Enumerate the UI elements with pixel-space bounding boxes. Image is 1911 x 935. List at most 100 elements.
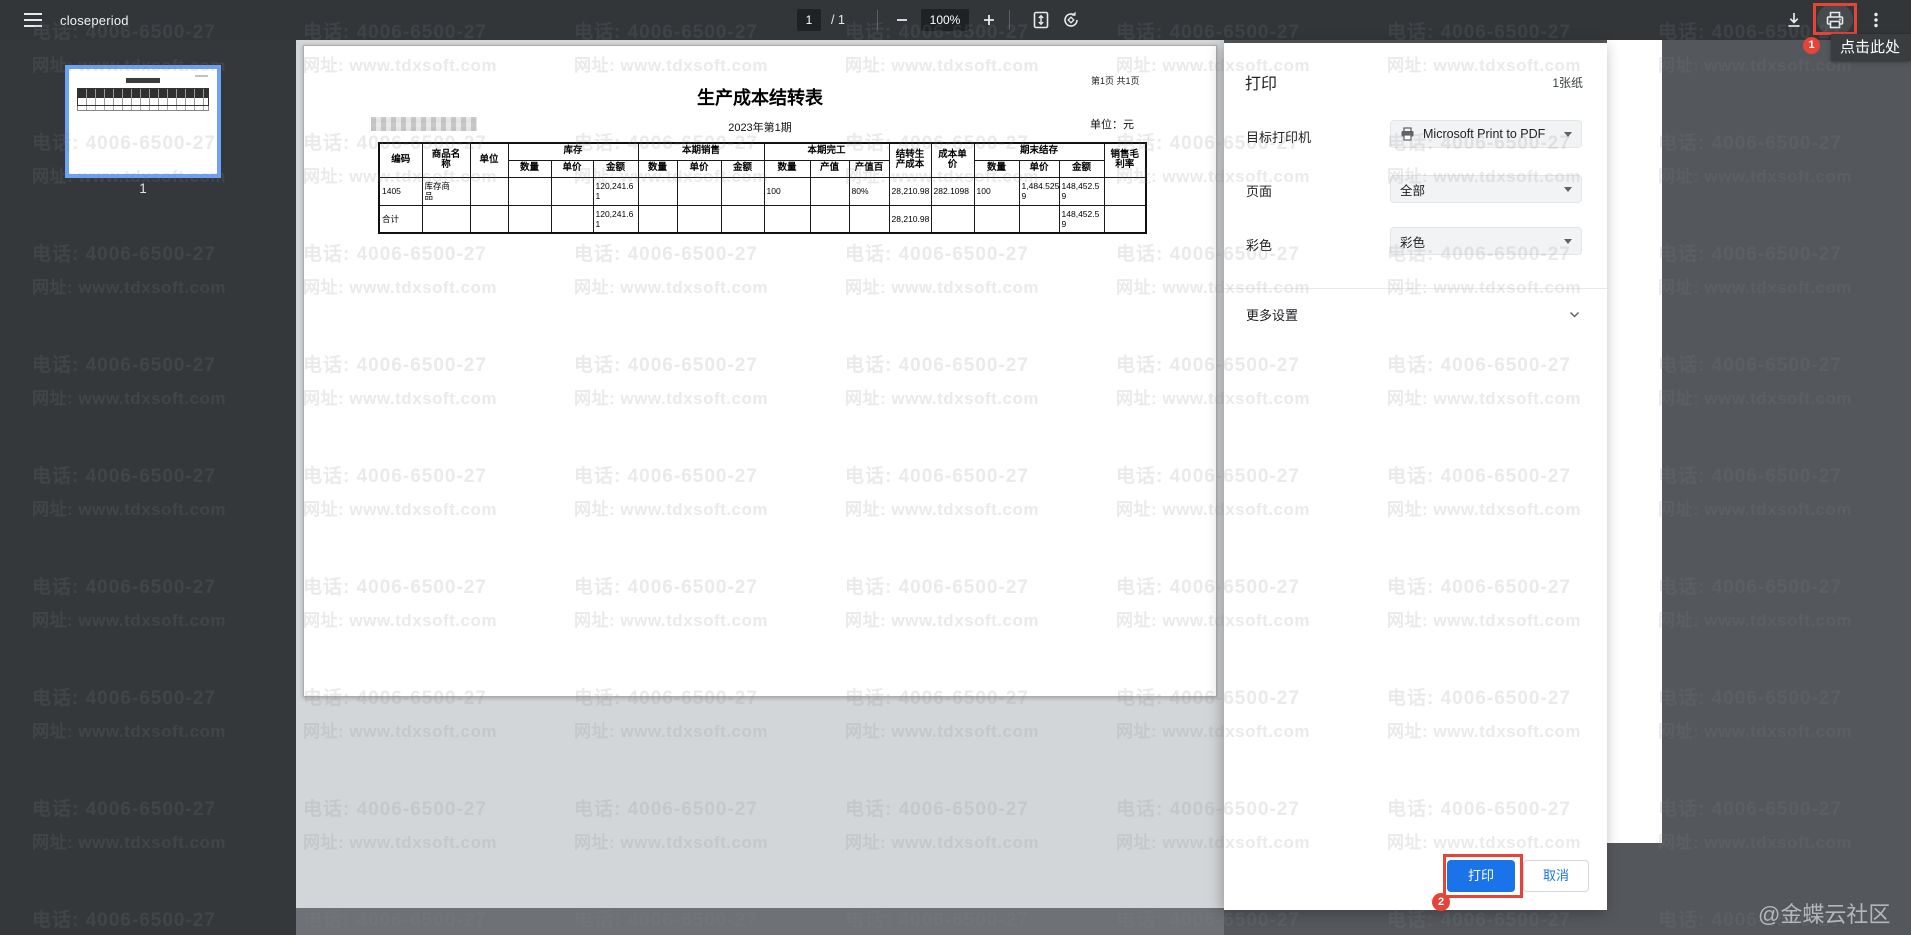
print-dialog: 打印 1张纸 目标打印机 Microsoft Print to PDF 页面 全… bbox=[1224, 43, 1607, 910]
table-cell: 100 bbox=[764, 177, 810, 205]
rotate-icon[interactable] bbox=[1061, 10, 1081, 30]
zoom-out-icon[interactable] bbox=[892, 10, 912, 30]
pdf-viewer-toolbar: closeperiod 1 / 1 100% bbox=[0, 0, 1911, 40]
col-subheader: 金额 bbox=[593, 160, 638, 177]
col-subheader: 金额 bbox=[1059, 160, 1104, 177]
zoom-level-value[interactable]: 100% bbox=[921, 9, 969, 31]
col-subheader: 产值 bbox=[810, 160, 849, 177]
cost-transfer-table: 编码 商品名 称 单位 库存 本期销售 本期完工 结转生 产成本 成本单 价 期… bbox=[378, 142, 1147, 234]
table-cell: 282.1098 bbox=[931, 177, 974, 205]
col-group-header: 期末结存 bbox=[974, 143, 1104, 160]
toolbar-divider bbox=[1009, 10, 1010, 30]
table-cell: 120,241.6 1 bbox=[593, 205, 638, 233]
toolbar-divider bbox=[877, 10, 878, 30]
table-cell bbox=[931, 205, 974, 233]
step-1-badge: 1 bbox=[1803, 37, 1820, 54]
table-cell bbox=[551, 205, 593, 233]
col-group-header: 库存 bbox=[508, 143, 638, 160]
col-header: 单位 bbox=[470, 143, 508, 177]
more-settings-label: 更多设置 bbox=[1246, 305, 1298, 324]
table-cell: 1405 bbox=[379, 177, 422, 205]
table-cell: 合计 bbox=[379, 205, 422, 233]
page-thumbnail[interactable] bbox=[65, 65, 221, 178]
col-header: 商品名 称 bbox=[422, 143, 470, 177]
pages-value: 全部 bbox=[1400, 180, 1558, 199]
destination-label: 目标打印机 bbox=[1246, 127, 1311, 146]
table-cell: 120,241.6 1 bbox=[593, 177, 638, 205]
table-cell bbox=[721, 177, 764, 205]
table-cell bbox=[470, 177, 508, 205]
destination-select[interactable]: Microsoft Print to PDF bbox=[1390, 120, 1582, 148]
table-cell: 148,452.5 9 bbox=[1059, 177, 1104, 205]
preview-bottom-strip bbox=[296, 908, 1224, 935]
table-cell bbox=[638, 177, 677, 205]
page-count-label: / 1 bbox=[831, 13, 845, 27]
cancel-button[interactable]: 取消 bbox=[1523, 860, 1589, 892]
table-cell bbox=[677, 205, 721, 233]
col-subheader: 产值百 bbox=[849, 160, 889, 177]
print-preview-pane: 第1页 共1页 生产成本结转表 2023年第1期 单位：元 编码 商品名 称 单… bbox=[296, 40, 1224, 908]
document-title: closeperiod bbox=[60, 13, 129, 28]
printer-icon bbox=[1400, 127, 1415, 141]
dimmed-background-strip bbox=[1224, 910, 1607, 935]
download-icon[interactable] bbox=[1784, 10, 1804, 30]
table-cell: 80% bbox=[849, 177, 889, 205]
col-subheader: 数量 bbox=[764, 160, 810, 177]
doc-unit-label: 单位：元 bbox=[1090, 116, 1134, 132]
col-subheader: 数量 bbox=[508, 160, 551, 177]
color-value: 彩色 bbox=[1400, 232, 1558, 251]
table-cell bbox=[508, 205, 551, 233]
caret-down-icon bbox=[1564, 239, 1572, 244]
table-cell: 1,484.525 9 bbox=[1019, 177, 1059, 205]
col-group-header: 本期完工 bbox=[764, 143, 889, 160]
table-cell bbox=[638, 205, 677, 233]
col-header: 结转生 产成本 bbox=[889, 143, 931, 177]
col-subheader: 单价 bbox=[677, 160, 721, 177]
thumbnail-table-row-mark bbox=[77, 106, 209, 111]
col-subheader: 单价 bbox=[551, 160, 593, 177]
annotation-box-print-icon bbox=[1813, 3, 1857, 35]
table-cell: 库存商 品 bbox=[422, 177, 470, 205]
menu-icon[interactable] bbox=[24, 13, 42, 27]
table-cell bbox=[470, 205, 508, 233]
thumbnail-sidebar: 1 bbox=[0, 40, 296, 935]
table-cell bbox=[1019, 205, 1059, 233]
thumbnail-page-number: 1 bbox=[65, 181, 221, 196]
thumbnail-table-mark bbox=[77, 88, 209, 106]
pages-label: 页面 bbox=[1246, 181, 1272, 200]
more-settings-row[interactable]: 更多设置 bbox=[1224, 295, 1607, 335]
table-cell: 28,210.98 bbox=[889, 177, 931, 205]
more-options-icon[interactable] bbox=[1866, 10, 1886, 30]
doc-title: 生产成本结转表 bbox=[304, 84, 1216, 110]
col-header: 编码 bbox=[379, 143, 422, 177]
table-cell: 148,452.5 9 bbox=[1059, 205, 1104, 233]
table-row: 合计 120,241.6 1 28,210.98 148,452.5 9 bbox=[379, 205, 1146, 233]
sheet-count-label: 1张纸 bbox=[1552, 74, 1583, 91]
table-cell bbox=[551, 177, 593, 205]
table-cell: 28,210.98 bbox=[889, 205, 931, 233]
thumbnail-pageinfo-mark bbox=[195, 75, 208, 77]
document-page: 第1页 共1页 生产成本结转表 2023年第1期 单位：元 编码 商品名 称 单… bbox=[303, 45, 1217, 697]
table-cell bbox=[721, 205, 764, 233]
pages-select[interactable]: 全部 bbox=[1390, 175, 1582, 203]
fit-to-page-icon[interactable] bbox=[1031, 10, 1051, 30]
table-cell bbox=[677, 177, 721, 205]
caret-down-icon bbox=[1564, 132, 1572, 137]
table-cell bbox=[974, 205, 1019, 233]
table-cell bbox=[1104, 205, 1146, 233]
annotation-box-print-button bbox=[1443, 854, 1523, 898]
col-subheader: 金额 bbox=[721, 160, 764, 177]
table-cell bbox=[508, 177, 551, 205]
color-label: 彩色 bbox=[1246, 235, 1272, 254]
click-here-tooltip: 点击此处 bbox=[1831, 34, 1911, 61]
chevron-down-icon bbox=[1568, 308, 1581, 321]
color-select[interactable]: 彩色 bbox=[1390, 227, 1582, 255]
table-cell bbox=[810, 177, 849, 205]
page-number-input[interactable]: 1 bbox=[797, 9, 821, 31]
zoom-in-icon[interactable] bbox=[979, 10, 999, 30]
col-group-header: 本期销售 bbox=[638, 143, 764, 160]
thumbnail-title-mark bbox=[126, 78, 160, 83]
col-header: 销售毛 利率 bbox=[1104, 143, 1146, 177]
caret-down-icon bbox=[1564, 187, 1572, 192]
community-watermark: @金蝶云社区 bbox=[1758, 897, 1890, 929]
